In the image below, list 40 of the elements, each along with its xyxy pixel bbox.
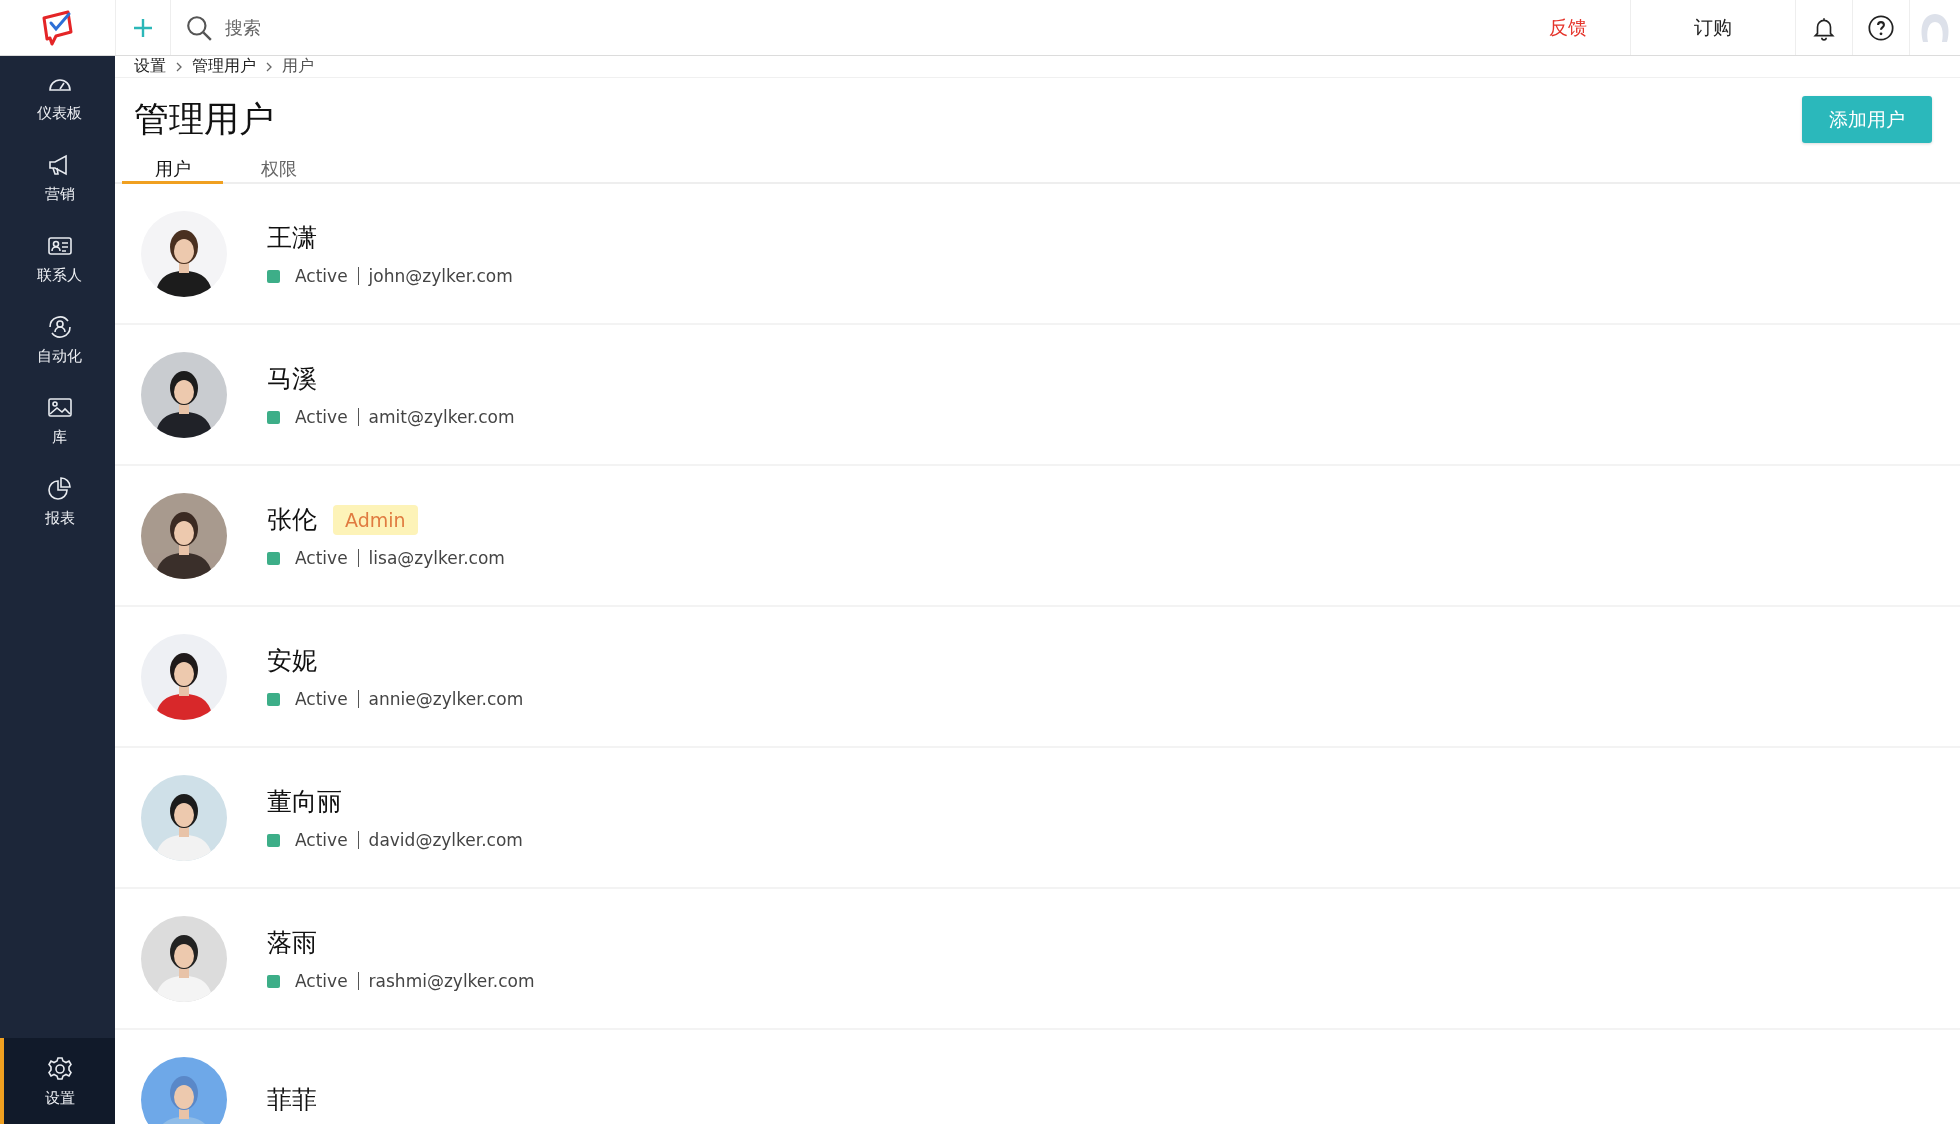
user-name: 董向丽 [267, 786, 342, 818]
page-title: 管理用户 [134, 98, 274, 141]
search-icon [185, 13, 213, 42]
user-email: john@zylker.com [368, 266, 513, 286]
role-badge: Admin [333, 504, 418, 535]
tab[interactable]: 权限 [228, 157, 329, 184]
breadcrumb-link[interactable]: 用户 [282, 56, 314, 77]
search-field[interactable]: 搜索 [225, 13, 1505, 42]
user-status: Active [295, 407, 348, 427]
sidebar-item[interactable]: 营销 [0, 137, 115, 218]
user-status: Active [295, 689, 348, 709]
user-email: amit@zylker.com [368, 407, 515, 427]
user-status: Active [295, 266, 348, 286]
sidebar-item[interactable]: 联系人 [0, 218, 115, 299]
sidebar-item[interactable]: 报表 [0, 461, 115, 542]
user-name: 王潇 [267, 222, 317, 254]
user-email: david@zylker.com [368, 830, 523, 850]
user-name: 安妮 [267, 645, 317, 677]
tab[interactable]: 用户 [122, 157, 223, 184]
user-name: 菲菲 [267, 1084, 317, 1116]
sidebar-item[interactable]: 仪表板 [0, 56, 115, 137]
user-email: lisa@zylker.com [368, 548, 505, 568]
user-status: Active [295, 830, 348, 850]
settings-icon [45, 1054, 74, 1083]
user-email: rashmi@zylker.com [368, 971, 535, 991]
user-status: Active [295, 971, 348, 991]
sidebar-item[interactable]: 自动化 [0, 299, 115, 380]
user-name: 落雨 [267, 927, 317, 959]
chevron-icon [265, 61, 273, 72]
sidebar-item[interactable]: 设置 [0, 1038, 115, 1124]
breadcrumb-link[interactable]: 管理用户 [192, 56, 256, 77]
header-link[interactable]: 反馈 [1505, 0, 1631, 55]
chevron-icon [175, 61, 183, 72]
breadcrumb-link[interactable]: 设置 [134, 56, 166, 77]
user-status: Active [295, 548, 348, 568]
user-name: 张伦 [267, 504, 317, 536]
user-name: 马溪 [267, 363, 317, 395]
pie-icon [45, 475, 74, 503]
sidebar-item[interactable]: 库 [0, 380, 115, 461]
user-email: annie@zylker.com [368, 689, 524, 709]
